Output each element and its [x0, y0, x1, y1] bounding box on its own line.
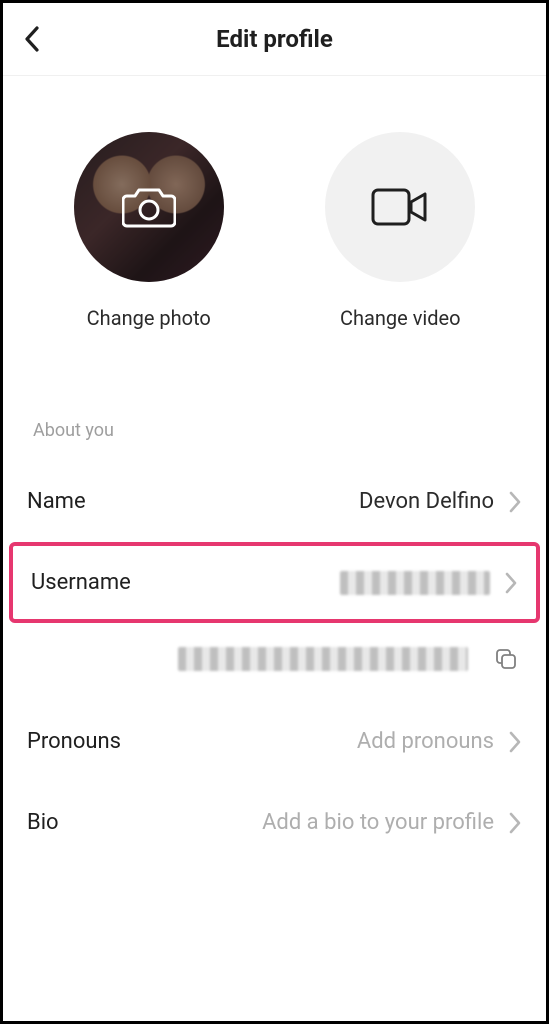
- row-profile-link: [3, 623, 546, 701]
- edit-profile-screen: Edit profile Change photo Chang: [0, 0, 549, 1024]
- change-photo[interactable]: Change photo: [74, 132, 224, 330]
- copy-icon: [494, 647, 518, 671]
- section-about-you: About you: [3, 330, 546, 461]
- chevron-right-icon: [508, 812, 522, 834]
- row-name[interactable]: Name Devon Delfino: [3, 461, 546, 542]
- change-video[interactable]: Change video: [325, 132, 475, 330]
- row-pronouns[interactable]: Pronouns Add pronouns: [3, 701, 546, 782]
- camera-icon: [122, 185, 176, 229]
- pronouns-placeholder: Add pronouns: [357, 729, 508, 754]
- chevron-right-icon: [508, 731, 522, 753]
- row-username[interactable]: Username: [9, 542, 540, 623]
- copy-link-button[interactable]: [494, 647, 518, 671]
- bio-placeholder: Add a bio to your profile: [262, 810, 508, 835]
- chevron-right-icon: [508, 491, 522, 513]
- pronouns-label: Pronouns: [27, 729, 121, 754]
- header: Edit profile: [3, 3, 546, 76]
- username-label: Username: [31, 570, 131, 595]
- bio-label: Bio: [27, 810, 59, 835]
- media-row: Change photo Change video: [3, 76, 546, 330]
- settings-list: Name Devon Delfino Username: [3, 461, 546, 863]
- row-bio[interactable]: Bio Add a bio to your profile: [3, 782, 546, 863]
- profile-link-redacted: [178, 647, 468, 671]
- name-label: Name: [27, 489, 86, 514]
- change-video-label: Change video: [340, 306, 461, 330]
- chevron-right-icon: [504, 572, 518, 594]
- video-placeholder: [325, 132, 475, 282]
- video-icon: [371, 186, 429, 228]
- change-photo-label: Change photo: [87, 306, 211, 330]
- avatar: [74, 132, 224, 282]
- username-value-redacted: [340, 571, 490, 595]
- page-title: Edit profile: [23, 25, 526, 53]
- name-value: Devon Delfino: [359, 489, 508, 514]
